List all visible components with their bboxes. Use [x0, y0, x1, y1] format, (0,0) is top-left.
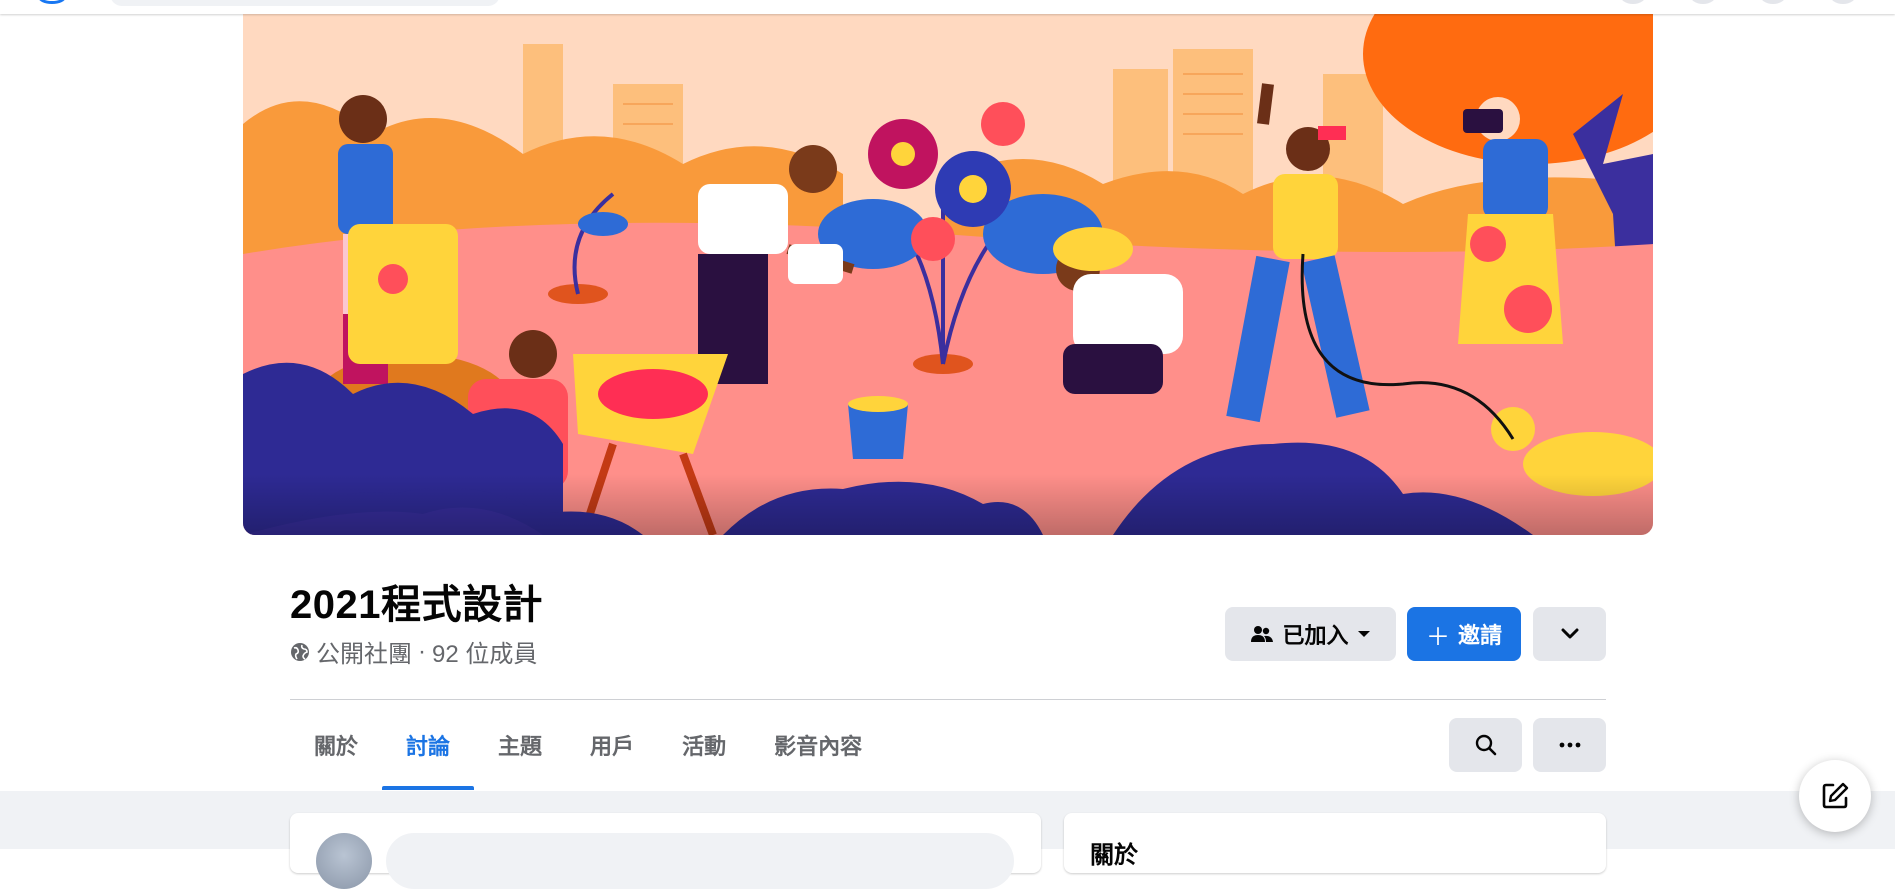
about-card: 關於 — [1064, 813, 1606, 873]
group-cover-photo[interactable] — [243, 14, 1653, 535]
plus-icon: ＋ — [1425, 623, 1450, 651]
group-tabs: 關於 討論 主題 用戶 活動 影音內容 — [290, 700, 886, 790]
globe-icon — [291, 642, 309, 661]
nav-notifications-icon[interactable] — [1760, 0, 1786, 4]
expand-options-button[interactable] — [1533, 607, 1606, 661]
top-navigation-bar — [0, 0, 1895, 14]
group-more-button[interactable] — [1533, 718, 1606, 772]
meta-separator: · — [418, 637, 426, 665]
invite-button[interactable]: ＋ 邀請 — [1407, 607, 1521, 661]
joined-button-label: 已加入 — [1282, 623, 1349, 648]
compose-message-icon — [1822, 782, 1849, 809]
tab-discussion[interactable]: 討論 — [382, 700, 475, 790]
facebook-logo-icon[interactable] — [38, 0, 66, 4]
nav-account-icon[interactable] — [1830, 0, 1856, 4]
nav-menu-icon[interactable] — [1620, 0, 1646, 4]
group-privacy-label[interactable]: 公開社團 — [316, 634, 412, 669]
new-message-button[interactable] — [1799, 760, 1871, 832]
tab-topics[interactable]: 主題 — [474, 700, 566, 790]
group-member-count[interactable]: 92 位成員 — [432, 634, 537, 669]
post-composer-input[interactable] — [386, 833, 1014, 889]
group-meta: 公開社團 · 92 位成員 — [290, 634, 537, 669]
joined-button[interactable]: 已加入 — [1225, 607, 1396, 661]
group-name: 2021程式設計 — [290, 583, 543, 627]
tab-events[interactable]: 活動 — [658, 700, 750, 790]
post-composer-card — [290, 813, 1041, 889]
search-icon — [1475, 734, 1496, 756]
tab-about[interactable]: 關於 — [290, 700, 382, 790]
tab-media[interactable]: 影音內容 — [750, 700, 886, 790]
group-search-button[interactable] — [1449, 718, 1522, 772]
chevron-down-icon — [1561, 628, 1578, 639]
nav-messenger-icon[interactable] — [1690, 0, 1716, 4]
caret-down-icon — [1357, 631, 1370, 637]
global-search-input[interactable] — [110, 0, 500, 6]
invite-button-label: 邀請 — [1457, 623, 1502, 648]
members-icon — [1251, 626, 1274, 642]
tab-members[interactable]: 用戶 — [566, 700, 658, 790]
more-dots-icon — [1559, 742, 1580, 748]
avatar[interactable] — [316, 833, 372, 889]
about-heading: 關於 — [1090, 842, 1138, 869]
